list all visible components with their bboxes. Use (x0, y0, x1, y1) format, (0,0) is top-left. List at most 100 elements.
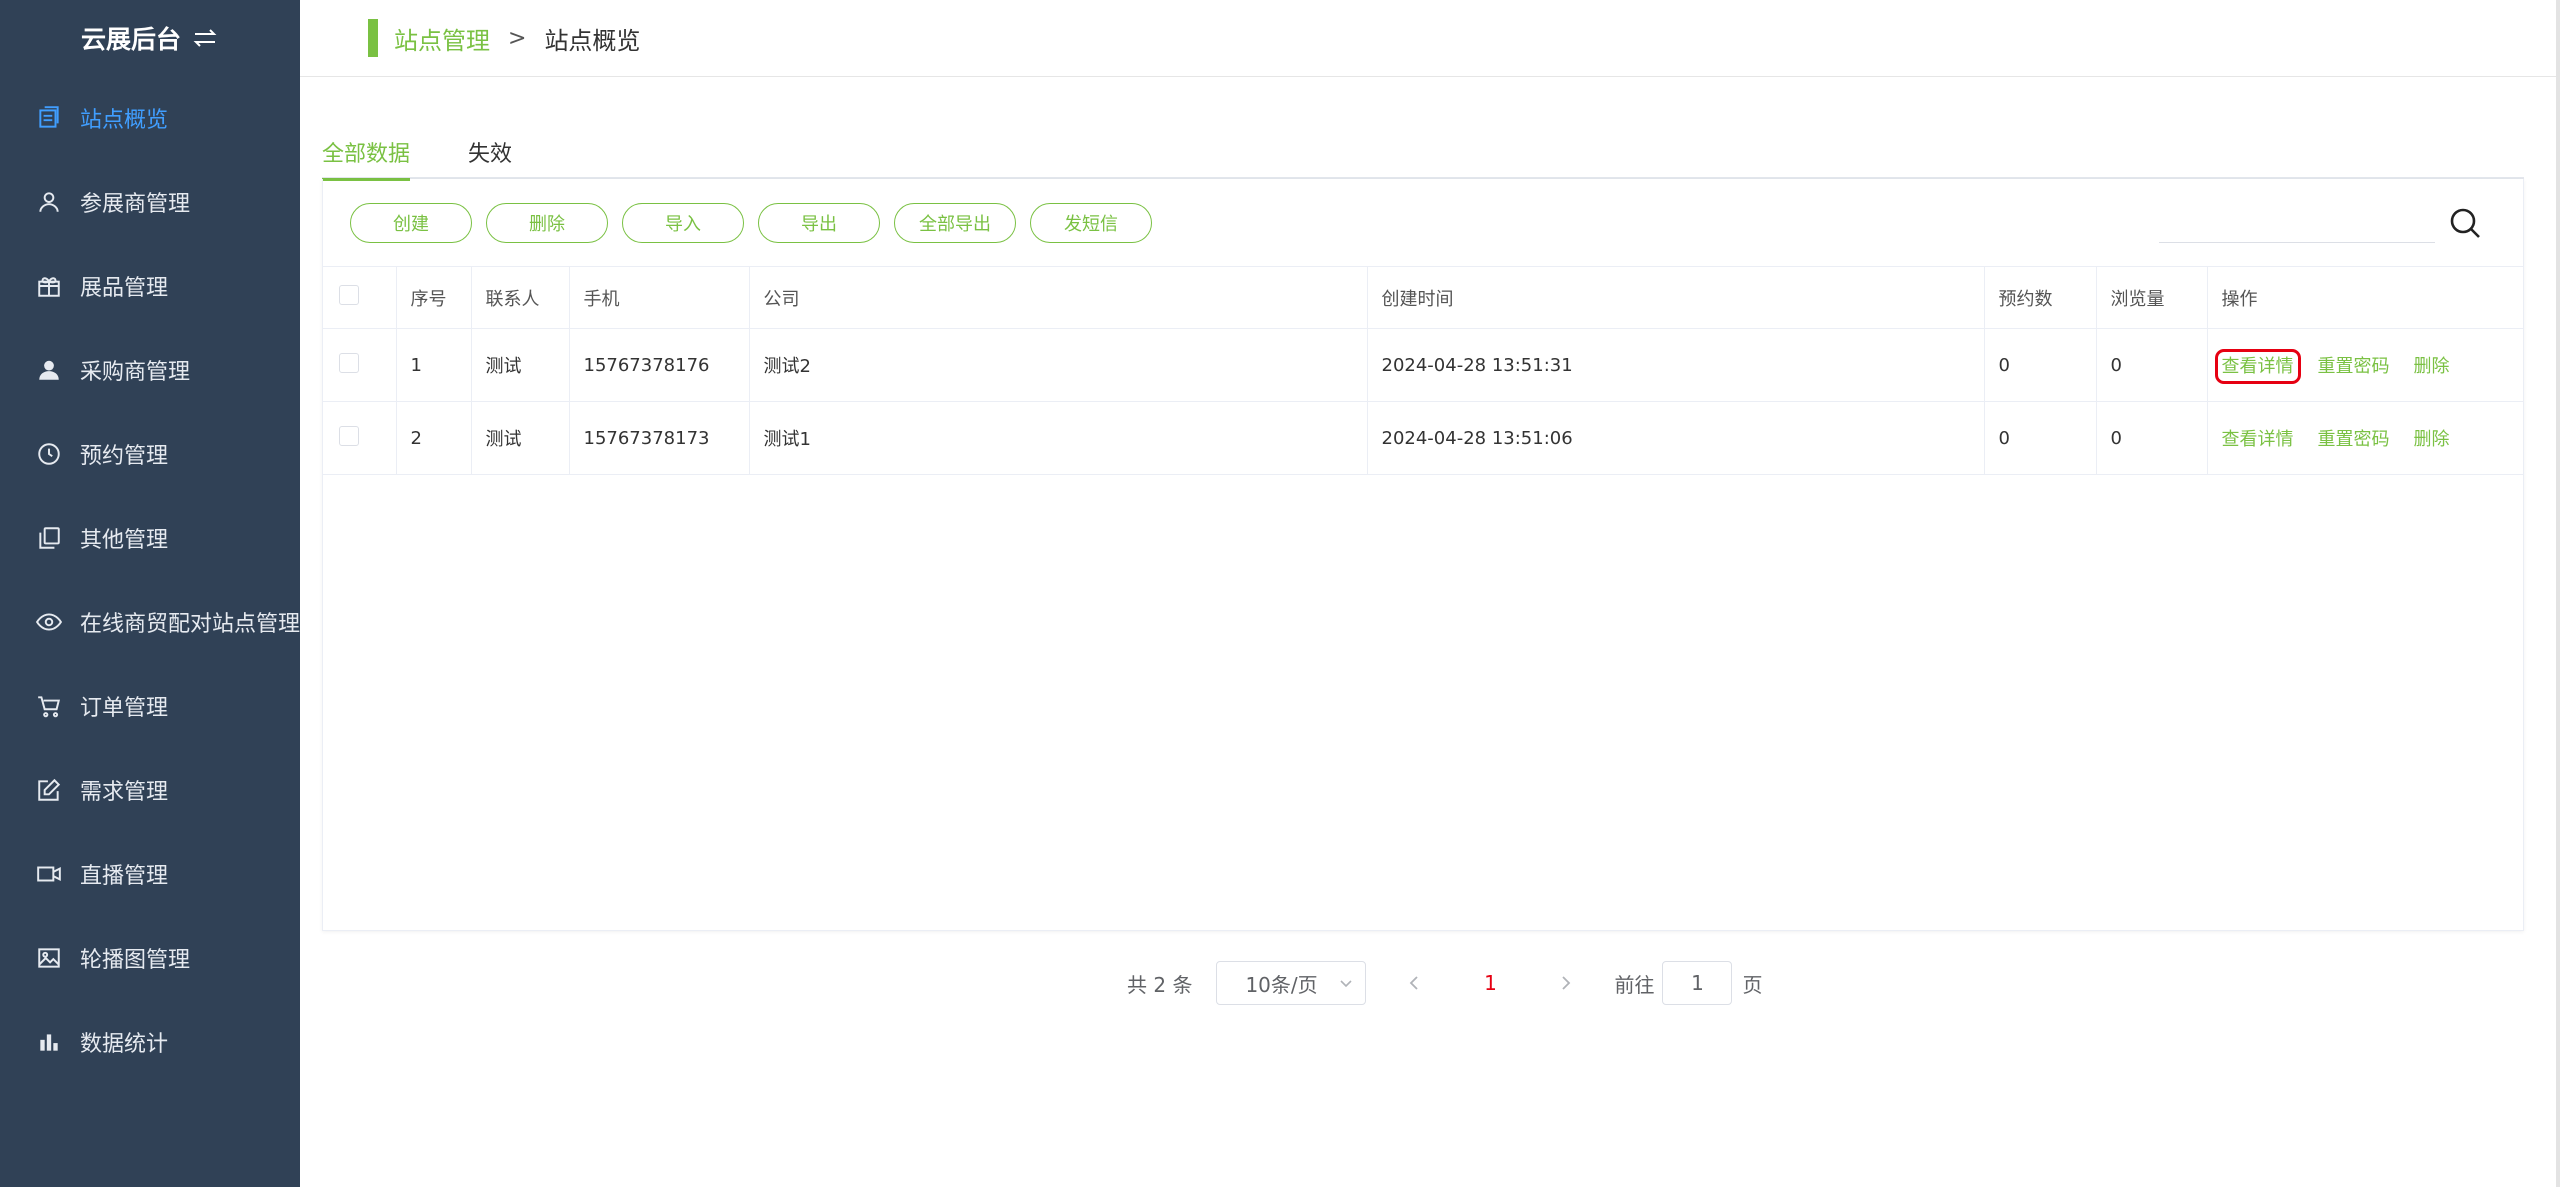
sidebar-item-others[interactable]: 其他管理 (0, 496, 300, 580)
eye-icon (36, 609, 62, 635)
delete-row-link[interactable]: 删除 (2414, 356, 2450, 377)
page-number-current[interactable]: 1 (1470, 971, 1510, 995)
cell-views: 0 (2096, 328, 2208, 402)
column-header-company: 公司 (749, 266, 1368, 329)
page-unit-label: 页 (1742, 972, 1763, 997)
sidebar-item-buyers[interactable]: 采购商管理 (0, 328, 300, 412)
cell-index: 1 (396, 328, 472, 402)
sidebar-item-carousel[interactable]: 轮播图管理 (0, 916, 300, 1000)
cell-bookings: 0 (1984, 401, 2097, 475)
sidebar-item-label: 数据统计 (80, 1032, 169, 1057)
table-row: 2 测试 15767378173 测试1 2024-04-28 13:51:06… (323, 401, 2523, 475)
column-header-created: 创建时间 (1367, 266, 1985, 329)
cart-icon (36, 693, 62, 719)
breadcrumb-accent-bar (368, 19, 378, 57)
breadcrumb-parent[interactable]: 站点管理 (394, 21, 490, 56)
pagination-total: 共 2 条 (1127, 972, 1193, 997)
sidebar-item-exhibits[interactable]: 展品管理 (0, 244, 300, 328)
row-checkbox[interactable] (339, 352, 359, 373)
sidebar-item-online-matching[interactable]: 在线商贸配对站点管理 (0, 580, 300, 664)
cell-phone: 15767378176 (569, 328, 750, 402)
sidebar: 云展后台 站点概览 参展商管理 展品管理 采购商管理 预约管理 其他管理 在线商… (0, 0, 300, 1187)
goto-page-input[interactable] (1662, 961, 1733, 1005)
cell-phone: 15767378173 (569, 401, 750, 475)
chevron-left-icon (1410, 976, 1419, 990)
tab-invalid[interactable]: 失效 (468, 130, 512, 179)
search-input[interactable] (2159, 203, 2435, 243)
column-header-views: 浏览量 (2096, 266, 2208, 329)
table-row: 1 测试 15767378176 测试2 2024-04-28 13:51:31… (323, 328, 2523, 402)
export-button[interactable]: 导出 (758, 202, 880, 243)
import-button[interactable]: 导入 (622, 202, 744, 243)
send-sms-button[interactable]: 发短信 (1030, 202, 1152, 243)
cell-created: 2024-04-28 13:51:06 (1367, 401, 1985, 475)
sidebar-item-label: 在线商贸配对站点管理 (80, 612, 301, 637)
view-details-link[interactable]: 查看详情 (2222, 429, 2294, 450)
row-select-cell (323, 328, 397, 402)
picture-icon (36, 945, 62, 971)
sidebar-item-label: 站点概览 (80, 108, 169, 133)
brand: 云展后台 (0, 0, 300, 76)
data-table: 序号 联系人 手机 公司 创建时间 预约数 浏览量 操作 1 测试 157673… (323, 266, 2523, 475)
cell-created: 2024-04-28 13:51:31 (1367, 328, 1985, 402)
user-solid-icon (36, 357, 62, 383)
chevron-right-icon (1562, 976, 1571, 990)
cell-company: 测试2 (749, 328, 1368, 402)
sidebar-item-requirements[interactable]: 需求管理 (0, 748, 300, 832)
reset-password-link[interactable]: 重置密码 (2318, 356, 2390, 377)
column-header-index: 序号 (396, 266, 472, 329)
sidebar-item-exhibitors[interactable]: 参展商管理 (0, 160, 300, 244)
gift-icon (36, 273, 62, 299)
swap-icon[interactable] (191, 26, 219, 50)
cell-bookings: 0 (1984, 328, 2097, 402)
cell-actions: 查看详情 重置密码 删除 (2207, 401, 2523, 475)
delete-button[interactable]: 删除 (486, 202, 608, 243)
prev-page-button[interactable] (1394, 961, 1434, 1005)
cell-contact: 测试 (471, 401, 570, 475)
row-checkbox[interactable] (339, 425, 359, 446)
select-all-checkbox[interactable] (339, 285, 359, 305)
sidebar-item-orders[interactable]: 订单管理 (0, 664, 300, 748)
next-page-button[interactable] (1546, 961, 1586, 1005)
bar-chart-icon (36, 1029, 62, 1055)
clock-icon (36, 441, 62, 467)
breadcrumb: 站点管理 > 站点概览 (300, 0, 2556, 77)
sidebar-item-label: 参展商管理 (80, 192, 191, 217)
sidebar-item-label: 展品管理 (80, 276, 169, 301)
sidebar-item-label: 预约管理 (80, 444, 169, 469)
edit-icon (36, 777, 62, 803)
sidebar-item-appointments[interactable]: 预约管理 (0, 412, 300, 496)
cell-company: 测试1 (749, 401, 1368, 475)
create-button[interactable]: 创建 (350, 202, 472, 243)
search-icon[interactable] (2445, 203, 2485, 243)
cell-contact: 测试 (471, 328, 570, 402)
column-header-phone: 手机 (569, 266, 750, 329)
chevron-down-icon (1339, 971, 1353, 995)
cell-actions: 查看详情 重置密码 删除 (2207, 328, 2523, 402)
row-select-cell (323, 401, 397, 475)
page-scrollbar[interactable] (2556, 0, 2560, 1187)
breadcrumb-separator: > (508, 25, 527, 51)
sidebar-item-label: 直播管理 (80, 864, 169, 889)
pagination: 共 2 条 10条/页 1 前往 页 (1127, 960, 1762, 1006)
column-header-actions: 操作 (2207, 266, 2523, 329)
copy-icon (36, 525, 62, 551)
delete-row-link[interactable]: 删除 (2414, 429, 2450, 450)
page-size-select[interactable]: 10条/页 (1216, 961, 1367, 1005)
sidebar-item-label: 其他管理 (80, 528, 169, 553)
sidebar-item-statistics[interactable]: 数据统计 (0, 1000, 300, 1084)
reset-password-link[interactable]: 重置密码 (2318, 429, 2390, 450)
sidebar-item-live[interactable]: 直播管理 (0, 832, 300, 916)
sidebar-item-site-overview[interactable]: 站点概览 (0, 76, 300, 160)
sidebar-item-label: 订单管理 (80, 696, 169, 721)
export-all-button[interactable]: 全部导出 (894, 202, 1016, 243)
select-all-cell (323, 266, 397, 329)
column-header-contact: 联系人 (471, 266, 570, 329)
brand-title: 云展后台 (80, 25, 181, 54)
view-details-link[interactable]: 查看详情 (2214, 349, 2301, 384)
data-panel: 创建 删除 导入 导出 全部导出 发短信 序号 联系人 手机 公司 创建时间 预… (322, 179, 2524, 931)
toolbar: 创建 删除 导入 导出 全部导出 发短信 (323, 179, 2523, 266)
tab-all-data[interactable]: 全部数据 (322, 130, 411, 181)
column-header-bookings: 预约数 (1984, 266, 2097, 329)
page-size-value: 10条/页 (1245, 972, 1318, 997)
